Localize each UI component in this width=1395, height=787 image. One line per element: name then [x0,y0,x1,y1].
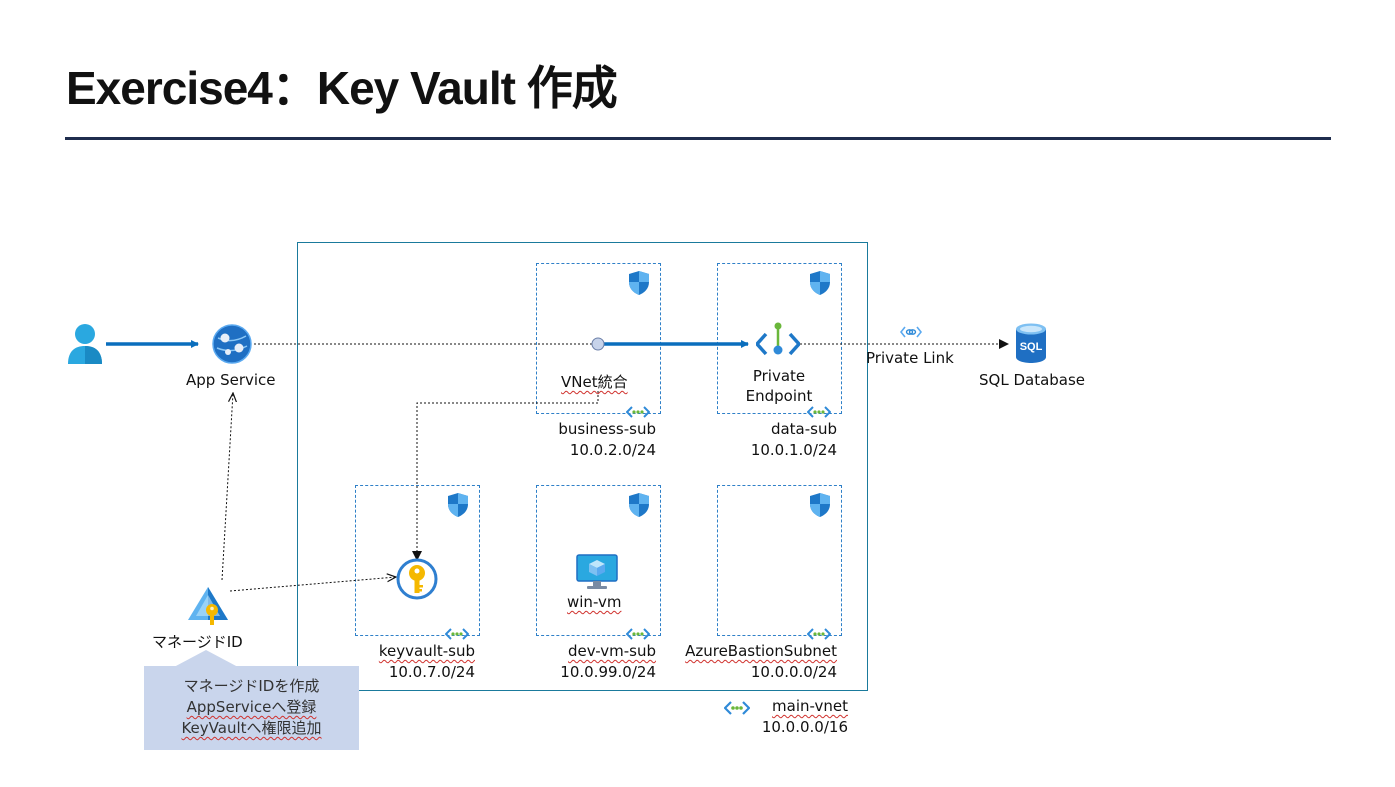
subnet-icon [807,628,831,640]
managed-identity-icon [188,587,228,625]
sql-database-label: SQL Database [979,371,1086,389]
subnet-keyvault-name: keyvault-sub [359,641,475,661]
vnet-integration-label: VNet統合 [561,373,628,391]
shield-icon [448,493,468,517]
managedid-to-appservice-arrow [221,393,233,581]
subnet-data-cidr: 10.0.1.0/24 [750,441,837,459]
subnet-keyvault-name-text: keyvault-sub [378,642,475,660]
subnet-icon [445,628,469,640]
subnet-data-name: data-sub [770,420,837,438]
managedid-to-keyvault-arrow [229,577,396,592]
subnet-devvm-cidr: 10.0.99.0/24 [560,663,656,681]
vnet-name-text: main-vnet [772,697,848,715]
subnet-business-name: business-sub [558,420,656,438]
instruction-note: マネージドIDを作成 AppServiceへ登録 KeyVaultへ権限追加 [144,666,359,750]
subnet-icon [626,406,650,418]
app-service-icon [212,324,252,364]
note-line-2: AppServiceへ登録 [186,698,317,716]
virtual-machine-icon [576,554,618,589]
private-endpoint-label: Private Endpoint [742,366,816,406]
note-line-1: マネージドIDを作成 [183,677,320,695]
sql-badge: SQL [1020,341,1043,353]
vnet-name: main-vnet [728,696,848,716]
subnet-icon [626,628,650,640]
user-icon [68,324,102,364]
note-line-3: KeyVaultへ権限追加 [181,719,322,737]
private-link-icon [900,326,922,338]
subnet-bastion-name: AzureBastionSubnet [660,641,837,661]
note-pointer [174,650,238,667]
private-endpoint-icon [756,322,800,356]
private-link-label: Private Link [866,349,954,367]
subnet-bastion-cidr: 10.0.0.0/24 [750,663,837,681]
subnet-devvm-name-text: dev-vm-sub [568,642,656,660]
vnet-to-keyvault-arrow [412,391,599,561]
shield-icon [629,493,649,517]
shield-icon [629,271,649,295]
subnet-business-cidr: 10.0.2.0/24 [569,441,656,459]
shield-icon [810,493,830,517]
managed-id-label: マネージドID [152,633,243,651]
subnet-icon [807,406,831,418]
shield-icon [810,271,830,295]
subnet-devvm-name: dev-vm-sub [540,641,656,661]
subnet-bastion-name-text: AzureBastionSubnet [685,642,837,660]
app-service-label: App Service [186,371,276,389]
vnet-cidr: 10.0.0.0/16 [761,718,848,736]
key-vault-icon [396,558,438,600]
sql-database-icon: SQL [1016,323,1046,363]
private-endpoint-line2: Endpoint [745,387,813,405]
private-endpoint-line1: Private [752,367,806,385]
win-vm-label: win-vm [567,593,622,611]
vnet-integration-dot [591,337,605,351]
subnet-keyvault-cidr: 10.0.7.0/24 [388,663,475,681]
